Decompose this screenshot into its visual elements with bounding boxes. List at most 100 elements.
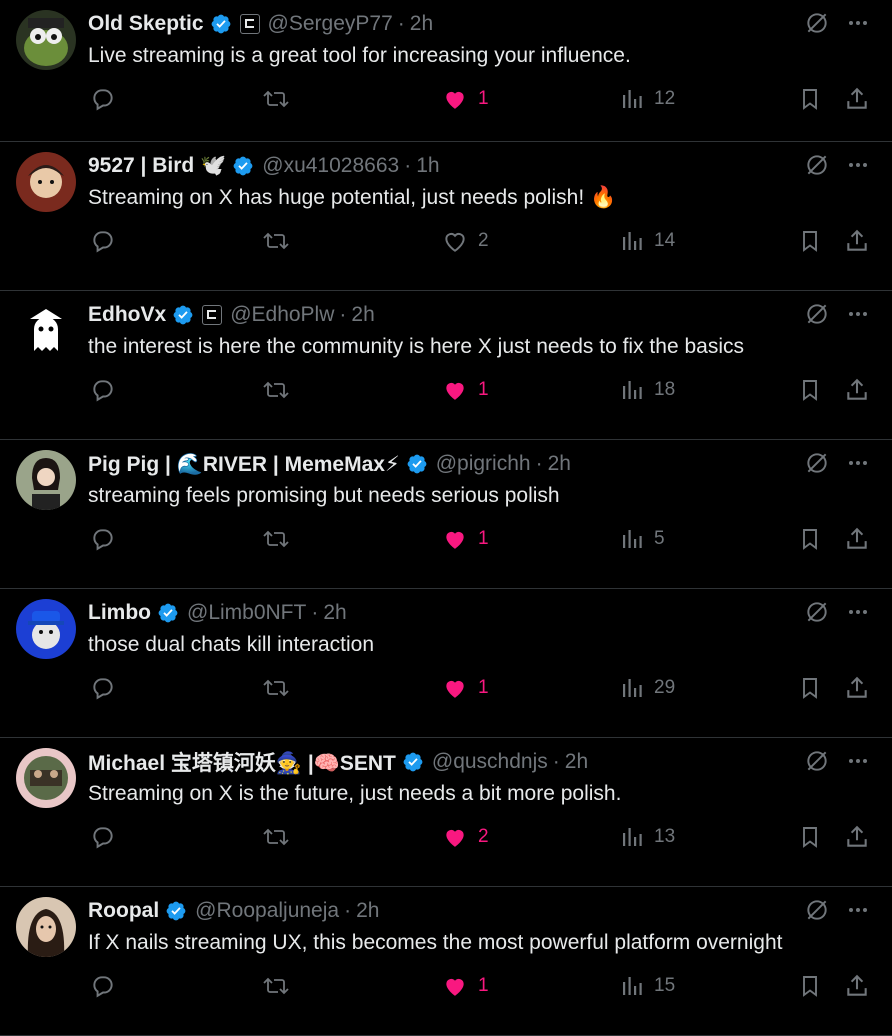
timestamp[interactable]: 2h (351, 303, 374, 327)
share-button[interactable] (844, 524, 870, 554)
like-button[interactable]: 2 (442, 226, 489, 256)
more-icon[interactable] (846, 153, 870, 177)
grok-icon[interactable] (804, 152, 830, 178)
timestamp[interactable]: 2h (410, 12, 433, 36)
views-button[interactable]: 18 (620, 375, 675, 405)
display-name[interactable]: Pig Pig | 🌊RIVER | MemeMax⚡ (88, 452, 400, 477)
share-icon (847, 229, 867, 251)
share-button[interactable] (844, 673, 870, 703)
reply-button[interactable] (90, 971, 126, 1001)
timestamp[interactable]: 2h (356, 899, 379, 923)
like-button[interactable]: 1 (442, 84, 489, 114)
bookmark-button[interactable] (798, 524, 822, 554)
views-button[interactable]: 29 (620, 673, 675, 703)
handle[interactable]: @pigrichh (436, 452, 531, 476)
bookmark-button[interactable] (798, 84, 822, 114)
reply-icon (93, 827, 113, 849)
like-button[interactable]: 1 (442, 524, 489, 554)
verified-badge-icon (232, 155, 254, 177)
repost-button[interactable] (262, 822, 300, 852)
timestamp[interactable]: 2h (323, 601, 346, 625)
views-count: 14 (654, 230, 676, 251)
bookmark-button[interactable] (798, 226, 822, 256)
views-button[interactable]: 13 (620, 822, 675, 852)
woman-photo-avatar[interactable] (16, 450, 76, 510)
grok-icon[interactable] (804, 748, 830, 774)
display-name[interactable]: EdhoVx (88, 303, 166, 327)
bookmark-button[interactable] (798, 375, 822, 405)
bookmark-button[interactable] (798, 673, 822, 703)
more-icon[interactable] (846, 451, 870, 475)
tweet[interactable]: Roopal @Roopaljuneja · 2h If X nails str… (0, 887, 892, 1036)
views-button[interactable]: 5 (620, 524, 665, 554)
like-button[interactable]: 2 (442, 822, 489, 852)
repost-button[interactable] (262, 524, 300, 554)
like-button[interactable]: 1 (442, 375, 489, 405)
views-button[interactable]: 15 (620, 971, 675, 1001)
timestamp[interactable]: 2h (565, 750, 588, 774)
more-icon[interactable] (846, 898, 870, 922)
share-button[interactable] (844, 375, 870, 405)
frog-avatar[interactable] (16, 10, 76, 70)
grok-icon[interactable] (804, 450, 830, 476)
display-name[interactable]: Michael 宝塔镇河妖🧙 |🧠SENT (88, 747, 396, 777)
display-name[interactable]: 9527 | Bird 🕊️ (88, 154, 226, 178)
tweet[interactable]: 9527 | Bird 🕊️ @xu41028663 · 1h Streamin… (0, 142, 892, 291)
share-button[interactable] (844, 226, 870, 256)
tweet[interactable]: Old Skeptic @SergeyP77 · 2h Live streami… (0, 0, 892, 142)
repost-button[interactable] (262, 375, 300, 405)
reply-button[interactable] (90, 84, 126, 114)
tweet[interactable]: Michael 宝塔镇河妖🧙 |🧠SENT @quschdnjs · 2h St… (0, 738, 892, 887)
share-button[interactable] (844, 84, 870, 114)
reply-button[interactable] (90, 822, 126, 852)
tweet[interactable]: Pig Pig | 🌊RIVER | MemeMax⚡ @pigrichh · … (0, 440, 892, 589)
handle[interactable]: @SergeyP77 (268, 12, 393, 36)
like-count: 1 (478, 379, 489, 400)
display-name[interactable]: Old Skeptic (88, 12, 204, 36)
more-icon[interactable] (846, 600, 870, 624)
tweet[interactable]: Limbo @Limb0NFT · 2h those dual chats ki… (0, 589, 892, 738)
views-button[interactable]: 14 (620, 226, 675, 256)
handle[interactable]: @quschdnjs (432, 750, 548, 774)
tweet-header: Old Skeptic @SergeyP77 · 2h (88, 10, 433, 38)
bookmark-button[interactable] (798, 971, 822, 1001)
share-button[interactable] (844, 971, 870, 1001)
grok-icon[interactable] (804, 301, 830, 327)
reply-button[interactable] (90, 226, 126, 256)
handle[interactable]: @xu41028663 (262, 154, 399, 178)
woman-portrait-avatar[interactable] (16, 897, 76, 957)
grok-icon[interactable] (804, 10, 830, 36)
bookmark-button[interactable] (798, 822, 822, 852)
grok-icon[interactable] (804, 897, 830, 923)
reply-button[interactable] (90, 524, 126, 554)
reply-button[interactable] (90, 673, 126, 703)
repost-button[interactable] (262, 971, 300, 1001)
share-button[interactable] (844, 822, 870, 852)
group-photo-avatar[interactable] (16, 748, 76, 808)
grok-icon[interactable] (804, 599, 830, 625)
tweet[interactable]: EdhoVx @EdhoPlw · 2h the interest is her… (0, 291, 892, 440)
handle[interactable]: @Roopaljuneja (195, 899, 339, 923)
display-name[interactable]: Roopal (88, 899, 159, 923)
timestamp[interactable]: 2h (548, 452, 571, 476)
handle[interactable]: @EdhoPlw (230, 303, 334, 327)
more-icon[interactable] (846, 11, 870, 35)
affiliation-icon[interactable] (239, 14, 260, 34)
ghost-avatar[interactable] (16, 301, 76, 361)
affiliation-icon[interactable] (202, 305, 223, 325)
more-icon[interactable] (846, 749, 870, 773)
repost-button[interactable] (262, 84, 300, 114)
more-icon[interactable] (846, 302, 870, 326)
reply-button[interactable] (90, 375, 126, 405)
repost-icon (263, 90, 289, 108)
handle[interactable]: @Limb0NFT (187, 601, 306, 625)
repost-button[interactable] (262, 226, 300, 256)
timestamp[interactable]: 1h (416, 154, 439, 178)
views-button[interactable]: 12 (620, 84, 675, 114)
repost-button[interactable] (262, 673, 300, 703)
like-button[interactable]: 1 (442, 971, 489, 1001)
blue-ape-avatar[interactable] (16, 599, 76, 659)
display-name[interactable]: Limbo (88, 601, 151, 625)
like-button[interactable]: 1 (442, 673, 489, 703)
illustrated-character-avatar[interactable] (16, 152, 76, 212)
